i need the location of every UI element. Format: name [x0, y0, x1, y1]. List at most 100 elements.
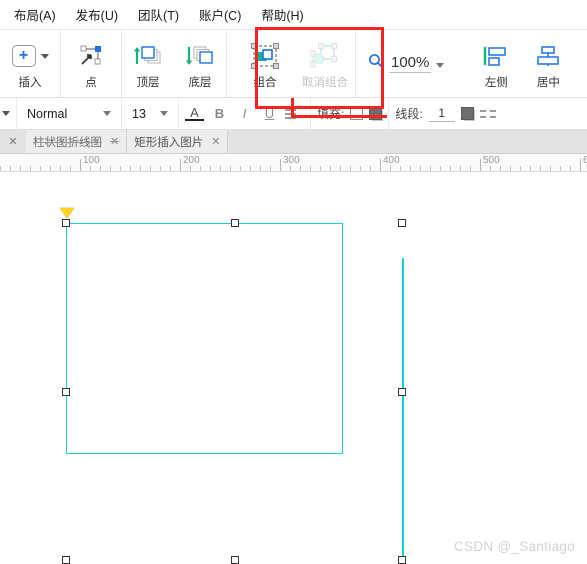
highlight-annotation-tail-horizontal	[291, 115, 387, 118]
ruler-tick-minor	[150, 166, 151, 171]
selection-handle[interactable]	[231, 219, 239, 227]
ruler-tick-minor	[120, 166, 121, 171]
magnifier-icon	[368, 53, 384, 74]
selection-handle[interactable]	[231, 556, 239, 564]
menu-layout[interactable]: 布局(A)	[4, 2, 66, 27]
rectangle-shape[interactable]	[66, 223, 343, 454]
ruler-label: 300	[283, 155, 300, 166]
ruler-tick-minor	[310, 166, 311, 171]
chevron-down-icon[interactable]	[436, 63, 445, 68]
format-overflow-segment	[0, 98, 17, 129]
plus-icon: +	[11, 45, 36, 67]
align-left-label: 左侧	[484, 77, 508, 89]
paragraph-style-select[interactable]: Normal	[23, 107, 115, 121]
ruler-tick-minor	[250, 166, 251, 171]
selection-handle[interactable]	[398, 219, 406, 227]
close-icon[interactable]: ✕	[110, 135, 119, 148]
ruler-tick-minor	[400, 166, 401, 171]
ruler-tick-minor	[350, 166, 351, 171]
point-label: 点	[85, 77, 97, 89]
ruler-tick-minor	[20, 166, 21, 171]
tab-rect-insert-image[interactable]: 矩形插入图片 ✕	[127, 130, 229, 153]
selection-handle[interactable]	[62, 219, 70, 227]
align-center-label: 居中	[536, 77, 560, 89]
ruler-tick-minor	[270, 166, 271, 171]
fill-label: 填充:	[317, 107, 345, 121]
no-fill-swatch[interactable]	[350, 107, 364, 120]
dash-style-icon[interactable]	[479, 109, 496, 118]
point-button[interactable]: 点	[61, 36, 121, 90]
ungroup-button[interactable]: 取消组合	[295, 36, 355, 90]
ruler-tick-minor	[290, 166, 291, 171]
ruler-tick-minor	[60, 166, 61, 171]
menu-account[interactable]: 账户(C)	[189, 2, 251, 27]
ruler-tick-minor	[540, 166, 541, 171]
close-icon[interactable]: ✕	[211, 135, 220, 148]
ruler-tick-minor	[300, 166, 301, 171]
ruler-tick-minor	[110, 166, 111, 171]
ruler-tick-minor	[260, 166, 261, 171]
chevron-down-icon[interactable]	[2, 111, 10, 116]
italic-icon[interactable]: I	[235, 106, 254, 121]
tab-bar-line-chart[interactable]: 柱状图折线图 ✕	[26, 130, 128, 153]
ruler-tick-minor	[490, 166, 491, 171]
ruler-tick-minor	[230, 166, 231, 171]
ruler-tick-minor	[430, 166, 431, 171]
selection-handle[interactable]	[398, 388, 406, 396]
menu-help[interactable]: 帮助(H)	[251, 2, 313, 27]
line-width-input[interactable]: 1	[428, 106, 455, 122]
vertical-line-shape[interactable]	[402, 258, 404, 558]
ungroup-label: 取消组合	[302, 77, 348, 89]
font-size-select[interactable]: 13	[128, 107, 172, 121]
drawing-canvas[interactable]: CSDN @_Santiago	[0, 172, 587, 564]
selection-handle[interactable]	[398, 556, 406, 564]
chevron-down-icon[interactable]	[40, 53, 49, 59]
tab-label: 柱状图折线图	[33, 136, 102, 149]
ruler-tick-minor	[560, 166, 561, 171]
ruler-tick-minor	[460, 166, 461, 171]
ruler-tick-minor	[330, 166, 331, 171]
font-color-icon[interactable]: A	[185, 106, 204, 121]
group-button[interactable]: 组合	[235, 36, 295, 90]
line-color-swatch[interactable]	[460, 107, 474, 120]
ruler-tick-minor	[130, 166, 131, 171]
menu-publish[interactable]: 发布(U)	[66, 2, 128, 27]
ruler-label: 500	[483, 155, 500, 166]
ribbon-group-point: 点	[61, 30, 122, 97]
ruler-tick-minor	[510, 166, 511, 171]
line-segment: 线段: 1	[389, 98, 501, 129]
watermark-text: CSDN @_Santiago	[453, 539, 575, 554]
align-center-icon	[534, 41, 562, 71]
underline-icon[interactable]: U	[260, 106, 279, 121]
selection-handle[interactable]	[62, 556, 70, 564]
align-left-button[interactable]: 左侧	[470, 36, 522, 90]
insert-button[interactable]: + 插入	[0, 36, 60, 90]
ruler-tick-minor	[140, 166, 141, 171]
ruler-tick-minor	[160, 166, 161, 171]
ribbon-group-grouping: 组合 取消组合	[227, 30, 356, 97]
send-to-back-button[interactable]: 底层	[174, 36, 226, 90]
group-icon	[250, 41, 280, 71]
bold-icon[interactable]: B	[210, 106, 229, 121]
app-window: 布局(A) 发布(U) 团队(T) 账户(C) 帮助(H) + 插入 点 顶层 …	[0, 0, 587, 564]
ruler-tick-minor	[190, 166, 191, 171]
zoom-level-value[interactable]: 100%	[389, 54, 432, 73]
bring-to-front-button[interactable]: 顶层	[122, 36, 174, 90]
ruler-tick-minor	[50, 166, 51, 171]
zoom-control[interactable]: 100%	[356, 30, 452, 97]
ruler-tick-minor	[170, 166, 171, 171]
paragraph-style-segment: Normal	[17, 98, 122, 129]
ruler-tick-minor	[440, 166, 441, 171]
ruler-tick-minor	[210, 166, 211, 171]
selection-handle[interactable]	[62, 388, 70, 396]
align-center-button[interactable]: 居中	[522, 36, 574, 90]
ruler-label: 200	[183, 155, 200, 166]
ruler-tick-minor	[70, 166, 71, 171]
menu-team[interactable]: 团队(T)	[128, 2, 189, 27]
tab-close-leading-icon[interactable]: ✕	[0, 130, 26, 153]
fill-color-swatch[interactable]	[369, 107, 383, 120]
font-size-segment: 13	[122, 98, 179, 129]
ruler-tick-minor	[410, 166, 411, 171]
ruler-tick-minor	[10, 166, 11, 171]
insert-label: 插入	[18, 77, 42, 89]
